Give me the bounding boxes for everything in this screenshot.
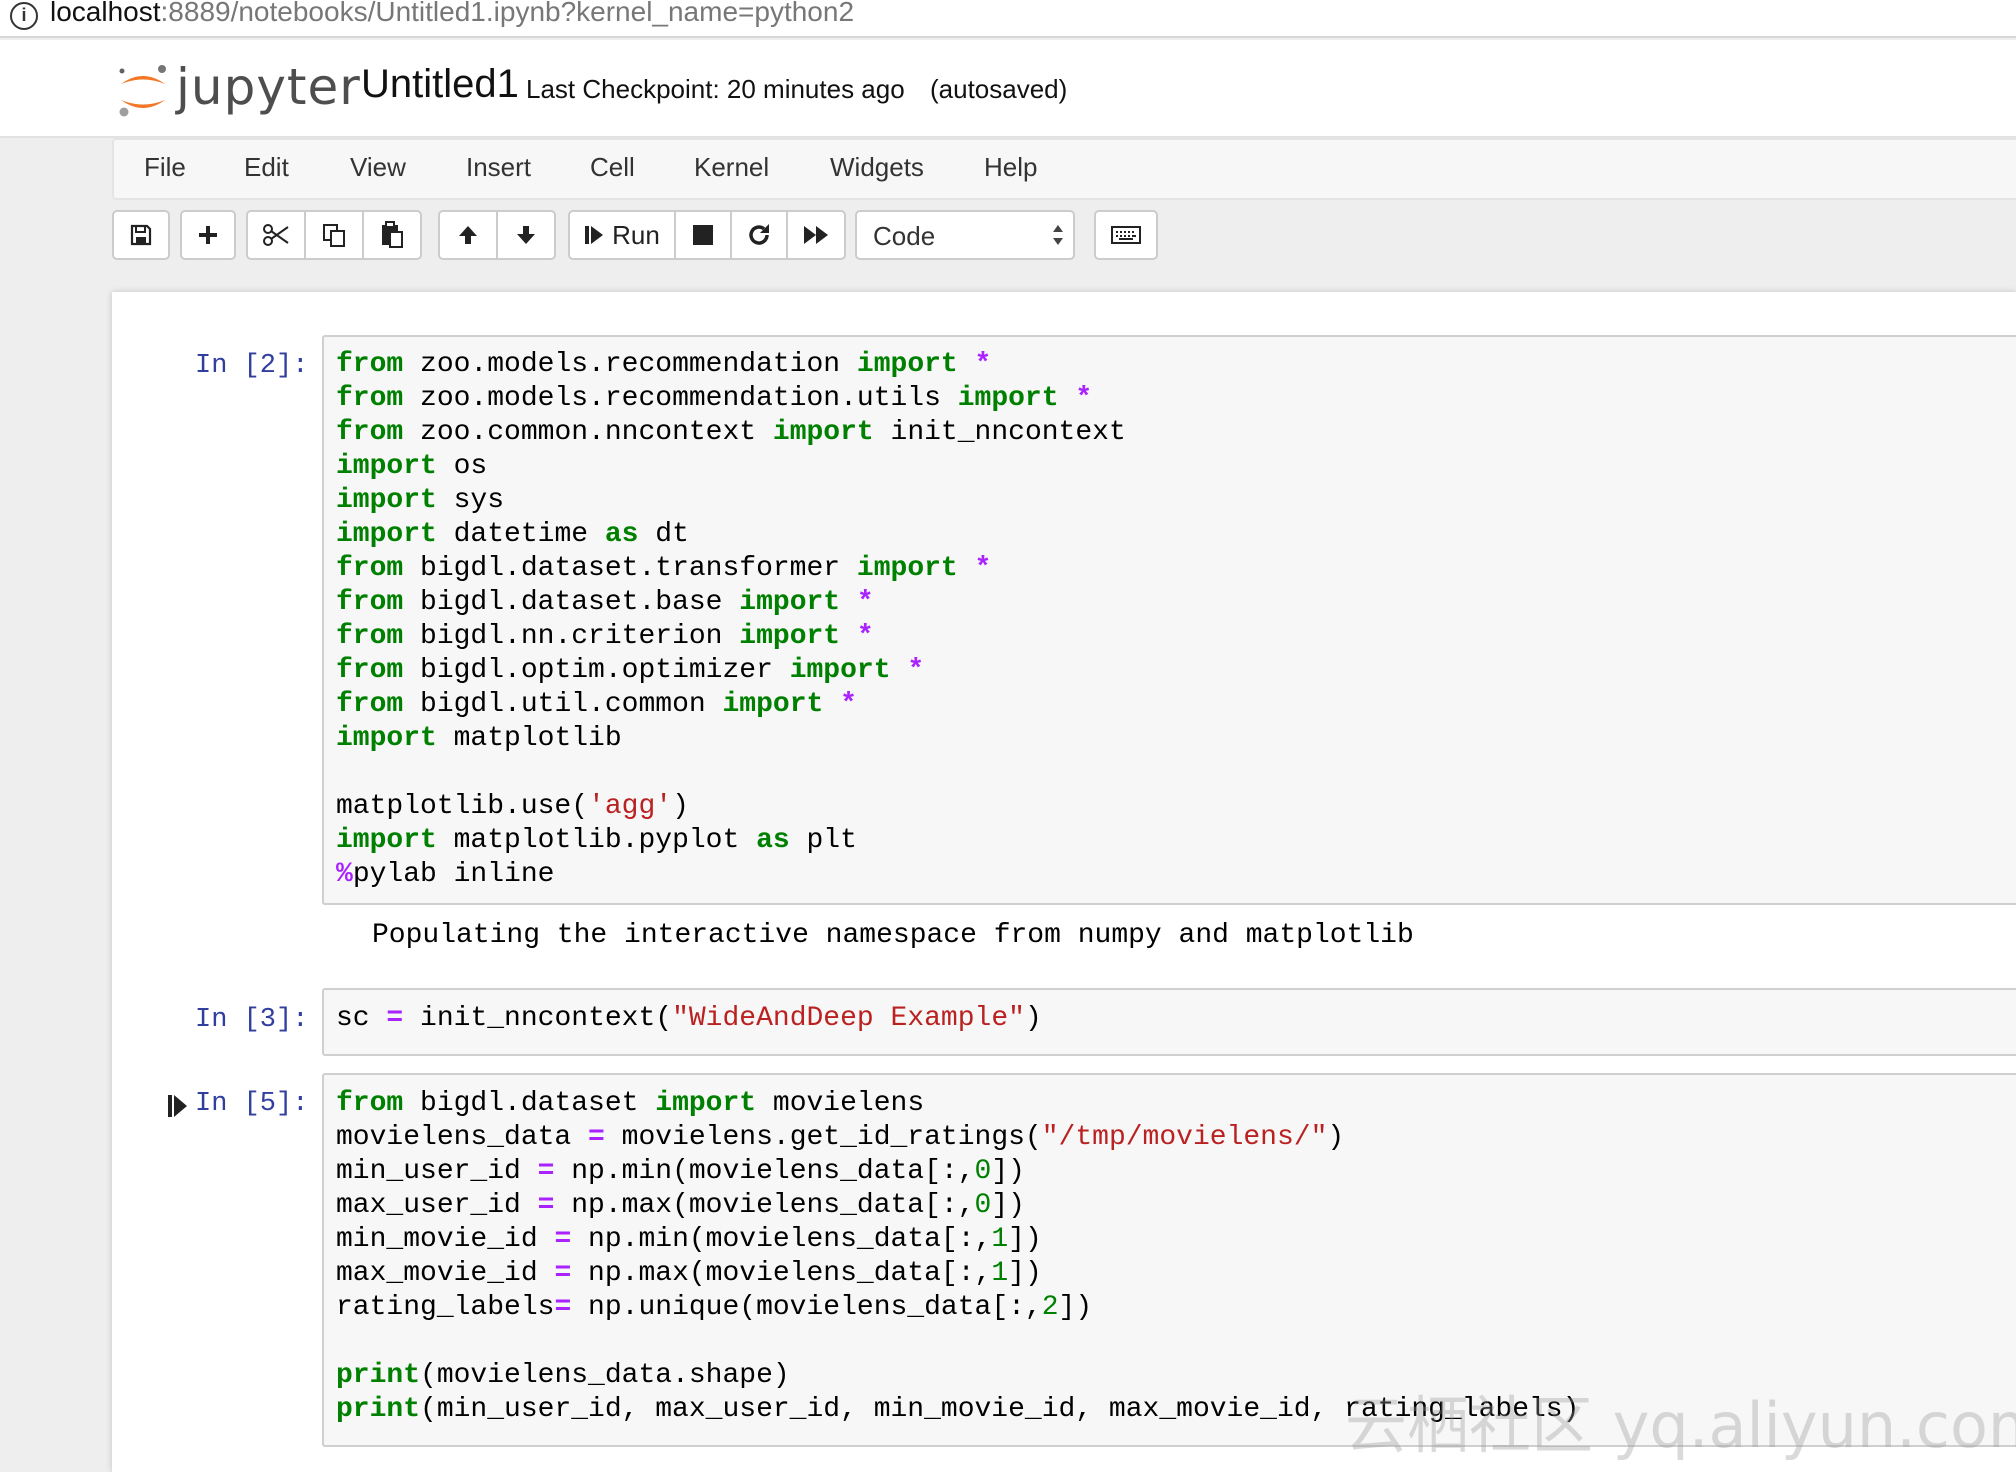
- autosave-status: (autosaved): [930, 74, 1068, 104]
- notebook-header: jupyter Untitled1 Last Checkpoint: 20 mi…: [0, 40, 2016, 138]
- code-line: import matplotlib.pyplot as plt: [336, 825, 857, 856]
- code-line: from bigdl.dataset.transformer import *: [336, 553, 992, 584]
- stop-icon: [693, 225, 713, 245]
- code-line: from zoo.models.recommendation import *: [336, 349, 992, 380]
- cell-type-value: Code: [873, 221, 936, 251]
- code-line: min_user_id = np.min(movielens_data[:,0]…: [336, 1156, 1025, 1187]
- copy-button[interactable]: [304, 210, 364, 260]
- step-forward-icon: [585, 226, 604, 244]
- code-line: import datetime as dt: [336, 519, 689, 550]
- menu-widgets[interactable]: Widgets: [830, 152, 924, 183]
- code-line: max_user_id = np.max(movielens_data[:,0]…: [336, 1190, 1025, 1221]
- run-label: Run: [612, 219, 660, 250]
- paste-icon: [382, 221, 403, 248]
- scissors-icon: [263, 224, 289, 246]
- code-line: from bigdl.nn.criterion import *: [336, 621, 874, 652]
- select-arrows-icon: [1053, 225, 1063, 245]
- menubar: File Edit View Insert Cell Kernel Widget…: [112, 138, 2016, 200]
- code-line: sc = init_nncontext("WideAndDeep Example…: [336, 1003, 1042, 1034]
- code-line: matplotlib.use('agg'): [336, 791, 689, 822]
- fast-forward-icon: [804, 226, 828, 244]
- running-cell-marker-icon: [168, 1095, 187, 1117]
- browser-url-bar[interactable]: i localhost:8889/notebooks/Untitled1.ipy…: [0, 0, 2016, 38]
- code-line: import os: [336, 451, 488, 482]
- cell-2-code[interactable]: sc = init_nncontext("WideAndDeep Example…: [336, 1002, 1042, 1036]
- arrow-up-icon: [459, 226, 477, 244]
- move-up-button[interactable]: [438, 210, 498, 260]
- jupyter-logo[interactable]: jupyter: [116, 58, 360, 130]
- code-line: import matplotlib: [336, 723, 622, 754]
- keyboard-icon: [1111, 226, 1141, 244]
- code-line: movielens_data = movielens.get_id_rating…: [336, 1122, 1345, 1153]
- save-icon: [130, 224, 152, 246]
- menu-insert[interactable]: Insert: [466, 152, 531, 183]
- watermark: 云栖社区 yq.aliyun.com: [1345, 1389, 2016, 1462]
- menu-file[interactable]: File: [144, 152, 186, 183]
- code-line: from zoo.models.recommendation.utils imp…: [336, 383, 1093, 414]
- cell-1-prompt: In [2]:: [195, 351, 309, 381]
- refresh-icon: [749, 224, 769, 245]
- code-line: print(movielens_data.shape): [336, 1360, 790, 1391]
- logo-wordmark: jupyter: [176, 58, 361, 116]
- url-text[interactable]: localhost:8889/notebooks/Untitled1.ipynb…: [50, 0, 854, 28]
- cell-2-prompt: In [3]:: [195, 1005, 309, 1035]
- command-palette-button[interactable]: [1094, 210, 1158, 260]
- menu-cell[interactable]: Cell: [590, 152, 635, 183]
- cut-button[interactable]: [246, 210, 306, 260]
- notebook-title[interactable]: Untitled1: [361, 62, 519, 107]
- code-line: from bigdl.optim.optimizer import *: [336, 655, 925, 686]
- arrow-down-icon: [517, 226, 535, 244]
- cell-type-select[interactable]: Code: [855, 210, 1075, 260]
- menu-view[interactable]: View: [350, 152, 406, 183]
- cell-1-code[interactable]: from zoo.models.recommendation import * …: [336, 348, 1126, 892]
- code-line: min_movie_id = np.min(movielens_data[:,1…: [336, 1224, 1042, 1255]
- run-button[interactable]: Run: [568, 210, 676, 260]
- menu-kernel[interactable]: Kernel: [694, 152, 769, 183]
- code-line: from zoo.common.nncontext import init_nn…: [336, 417, 1126, 448]
- checkpoint-status: Last Checkpoint: 20 minutes ago: [526, 74, 905, 104]
- code-line: from bigdl.dataset.base import *: [336, 587, 874, 618]
- code-line: from bigdl.util.common import *: [336, 689, 857, 720]
- save-button[interactable]: [112, 210, 170, 260]
- code-line: from bigdl.dataset import movielens: [336, 1088, 925, 1119]
- restart-button[interactable]: [730, 210, 788, 260]
- plus-icon: [199, 226, 217, 244]
- toolbar: Run Code: [0, 200, 2016, 270]
- code-line: max_movie_id = np.max(movielens_data[:,1…: [336, 1258, 1042, 1289]
- interrupt-button[interactable]: [674, 210, 732, 260]
- move-down-button[interactable]: [496, 210, 556, 260]
- restart-run-all-button[interactable]: [786, 210, 846, 260]
- menu-edit[interactable]: Edit: [244, 152, 289, 183]
- cell-1-output: Populating the interactive namespace fro…: [372, 920, 1414, 951]
- paste-button[interactable]: [362, 210, 422, 260]
- info-icon[interactable]: i: [10, 2, 38, 30]
- jupyter-logo-icon: [119, 65, 166, 117]
- insert-cell-button[interactable]: [180, 210, 236, 260]
- copy-icon: [323, 224, 345, 247]
- cell-3-prompt: In [5]:: [195, 1089, 309, 1119]
- code-line: rating_labels= np.unique(movielens_data[…: [336, 1292, 1093, 1323]
- menu-help[interactable]: Help: [984, 152, 1037, 183]
- code-line: import sys: [336, 485, 505, 516]
- code-line: %pylab inline: [336, 859, 555, 890]
